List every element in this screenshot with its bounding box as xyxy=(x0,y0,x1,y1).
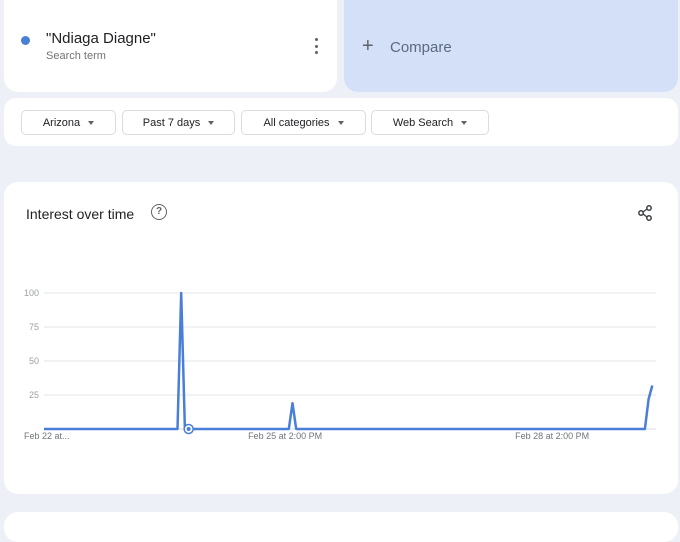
region-dropdown[interactable]: Arizona xyxy=(21,110,116,135)
compare-label: Compare xyxy=(390,39,452,56)
hover-point-center xyxy=(186,427,191,431)
next-card xyxy=(4,512,678,542)
question-icon[interactable]: ? xyxy=(151,204,167,220)
x-tick-label: Feb 28 at 2:00 PM xyxy=(515,431,589,441)
time-range-value: Past 7 days xyxy=(142,116,201,129)
interest-over-time-card: 25 50 75 100 Feb 22 at... Feb 25 at 2:00 PM F… xyxy=(4,182,678,494)
caret-down-icon xyxy=(208,120,215,125)
share-icon[interactable] xyxy=(637,205,653,221)
search-type-dropdown[interactable]: Web Search xyxy=(371,110,489,135)
more-options-icon[interactable] xyxy=(310,38,322,54)
y-tick-label: 50 xyxy=(29,356,39,366)
caret-down-icon xyxy=(461,120,468,125)
interest-chart: 25 50 75 100 Feb 22 at... Feb 25 at 2:00 PM F… xyxy=(24,288,656,441)
y-tick-label: 100 xyxy=(24,288,39,298)
time-range-dropdown[interactable]: Past 7 days xyxy=(122,110,235,135)
caret-down-icon xyxy=(88,120,95,125)
region-value: Arizona xyxy=(42,116,81,129)
search-type-value: Web Search xyxy=(392,116,454,129)
filter-bar: Arizona Past 7 days All categories Web S… xyxy=(4,98,678,146)
search-term-card: "Ndiaga Diagne" Search term xyxy=(4,0,337,92)
search-term-subtitle: Search term xyxy=(46,50,106,62)
search-term-title[interactable]: "Ndiaga Diagne" xyxy=(46,30,156,47)
x-tick-label: Feb 22 at... xyxy=(24,431,70,441)
series-color-dot xyxy=(21,36,30,45)
y-tick-label: 25 xyxy=(29,390,39,400)
x-tick-label: Feb 25 at 2:00 PM xyxy=(248,431,322,441)
y-tick-label: 75 xyxy=(29,322,39,332)
category-dropdown[interactable]: All categories xyxy=(241,110,366,135)
category-value: All categories xyxy=(263,116,330,129)
compare-button[interactable]: + Compare xyxy=(344,0,678,92)
plus-icon: + xyxy=(362,35,374,57)
caret-down-icon xyxy=(337,120,344,125)
chart-title: Interest over time xyxy=(26,206,135,222)
